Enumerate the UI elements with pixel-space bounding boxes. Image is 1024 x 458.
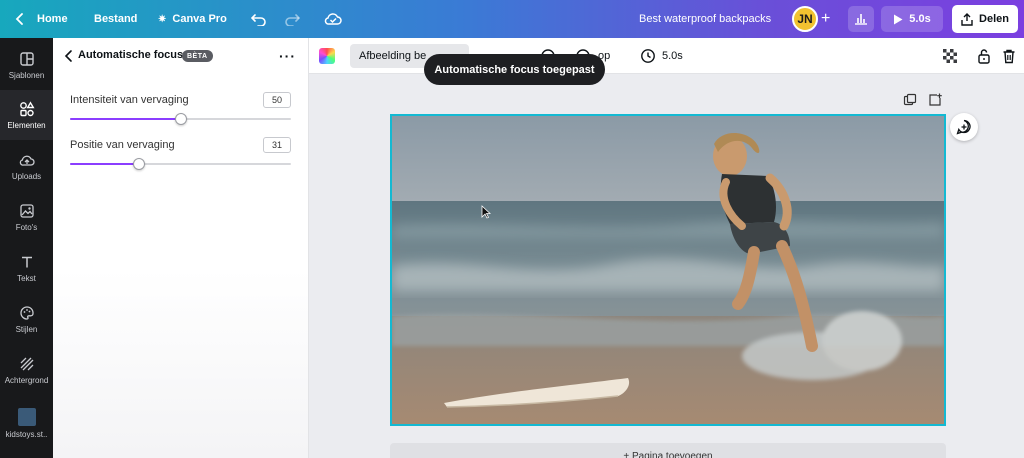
slider-thumb[interactable] xyxy=(132,158,145,170)
color-picker-icon[interactable] xyxy=(319,48,335,64)
rail-label: Elementen xyxy=(7,120,46,130)
canva-pro-button[interactable]: ✷ Canva Pro xyxy=(158,0,227,38)
add-collaborator-button[interactable]: + xyxy=(821,0,830,38)
undo-icon xyxy=(251,14,266,26)
plus-icon: + xyxy=(821,10,831,27)
share-label: Delen xyxy=(979,13,1009,25)
rail-label: kidstoys.st.. xyxy=(5,429,48,439)
rail-item-uploads[interactable]: Uploads xyxy=(0,141,53,191)
rail-label: Achtergrond xyxy=(4,375,49,385)
cloud-sync-button[interactable] xyxy=(324,0,342,38)
rail-label: Tekst xyxy=(17,273,36,283)
template-icon xyxy=(19,51,34,66)
top-bar: Home Bestand ✷ Canva Pro Best waterproof… xyxy=(0,0,1024,38)
add-comment-button[interactable] xyxy=(950,113,978,141)
rail-item-brand-kit[interactable]: kidstoys.st.. xyxy=(0,398,53,448)
redo-button[interactable] xyxy=(284,0,300,38)
slider-thumb[interactable] xyxy=(174,113,187,125)
back-chevron-icon[interactable] xyxy=(63,49,75,63)
file-label: Bestand xyxy=(94,13,138,25)
blur-position-label: Positie van vervaging xyxy=(70,139,175,151)
blur-intensity-label: Intensiteit van vervaging xyxy=(70,94,189,106)
panel-header: Automatische focus BÈTA ··· xyxy=(53,38,309,74)
text-icon xyxy=(21,256,32,267)
rail-item-background[interactable]: Achtergrond xyxy=(0,345,53,395)
elements-icon xyxy=(19,100,35,116)
palette-icon xyxy=(19,305,34,320)
insights-button[interactable] xyxy=(848,6,874,32)
blur-intensity-value[interactable]: 50 xyxy=(263,92,291,108)
share-button[interactable]: Delen xyxy=(952,5,1018,33)
home-label: Home xyxy=(37,13,68,25)
toast-notification: Automatische focus toegepast xyxy=(424,54,605,85)
chevron-left-icon xyxy=(15,13,23,25)
home-button[interactable]: Home xyxy=(15,0,68,38)
more-options-icon[interactable]: ··· xyxy=(279,48,296,64)
brand-kit-icon xyxy=(17,407,36,426)
rail-item-elements[interactable]: Elementen xyxy=(0,90,53,140)
mouse-cursor-icon xyxy=(481,205,491,219)
left-rail: Sjablonen Elementen Uploads Foto's Tekst… xyxy=(0,38,53,458)
rail-item-text[interactable]: Tekst xyxy=(0,243,53,293)
rail-item-styles[interactable]: Stijlen xyxy=(0,294,53,344)
rail-item-photos[interactable]: Foto's xyxy=(0,192,53,242)
redo-icon xyxy=(285,14,300,26)
trash-icon[interactable] xyxy=(1001,48,1017,64)
auto-focus-panel: Automatische focus BÈTA ··· Intensiteit … xyxy=(53,38,309,458)
slider-fill xyxy=(70,163,139,165)
duration-label[interactable]: 5.0s xyxy=(662,50,683,62)
file-menu-button[interactable]: Bestand xyxy=(94,0,137,38)
rail-label: Sjablonen xyxy=(8,70,45,80)
cloud-check-icon xyxy=(324,13,342,25)
context-toolbar: Afbeelding be op 5.0s xyxy=(309,38,1024,74)
beta-badge: BÈTA xyxy=(182,50,213,62)
avatar[interactable]: JN xyxy=(792,6,818,32)
crown-icon: ✷ xyxy=(158,13,167,25)
share-upload-icon xyxy=(961,12,973,26)
photo-icon xyxy=(19,203,34,218)
beach-photo[interactable] xyxy=(392,116,944,424)
background-icon xyxy=(20,357,33,370)
add-page-label: + Pagina toevoegen xyxy=(623,451,713,458)
design-title[interactable]: Best waterproof backpacks xyxy=(639,0,771,38)
undo-button[interactable] xyxy=(251,0,267,38)
play-duration: 5.0s xyxy=(909,13,931,25)
duplicate-page-icon[interactable] xyxy=(903,93,917,107)
add-page-button[interactable]: + Pagina toevoegen xyxy=(390,443,946,458)
bar-chart-icon xyxy=(855,14,867,25)
blur-position-value[interactable]: 31 xyxy=(263,137,291,153)
cloud-upload-icon xyxy=(19,155,35,166)
lock-icon[interactable] xyxy=(976,48,992,64)
rail-label: Uploads xyxy=(11,171,42,181)
play-button[interactable]: 5.0s xyxy=(881,6,943,32)
design-title-text: Best waterproof backpacks xyxy=(639,13,772,25)
selected-image-frame[interactable] xyxy=(390,114,946,426)
rail-label: Foto's xyxy=(15,222,38,232)
add-page-icon[interactable] xyxy=(928,93,942,107)
canva-pro-label: Canva Pro xyxy=(172,13,227,25)
slider-fill xyxy=(70,118,181,120)
play-icon xyxy=(894,14,903,24)
clock-icon[interactable] xyxy=(640,48,656,64)
rail-item-templates[interactable]: Sjablonen xyxy=(0,40,53,90)
rail-label: Stijlen xyxy=(15,324,38,334)
edit-image-label: Afbeelding be xyxy=(359,50,427,62)
blur-position-slider[interactable] xyxy=(70,158,291,170)
panel-title: Automatische focus xyxy=(78,49,184,61)
blur-intensity-slider[interactable] xyxy=(70,113,291,125)
comment-plus-icon xyxy=(956,119,971,135)
transparency-icon[interactable] xyxy=(942,48,958,64)
